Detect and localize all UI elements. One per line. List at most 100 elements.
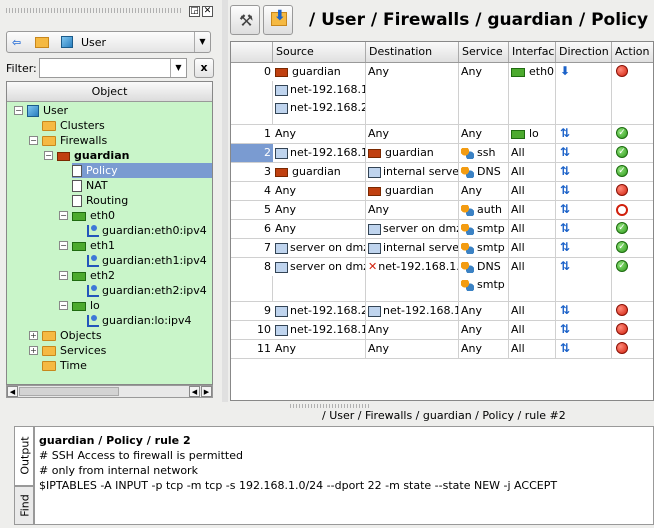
tree-item-eth2[interactable]: eth2	[72, 268, 115, 283]
rule-object[interactable]: Any	[368, 125, 389, 143]
cell-svc[interactable]: DNS	[459, 163, 509, 181]
cell-itf[interactable]: All	[509, 201, 556, 219]
rule-object[interactable]: Any	[368, 63, 389, 81]
rule-object[interactable]: Any	[461, 340, 482, 358]
cell-svc[interactable]: auth	[459, 201, 509, 219]
cell-action[interactable]: ✓	[612, 163, 653, 181]
rule-object[interactable]: auth	[461, 201, 502, 219]
filter-dropdown-icon[interactable]: ▼	[170, 59, 186, 77]
cell-direction[interactable]: ⬇	[556, 63, 612, 124]
tree-expander-icon[interactable]: −	[59, 241, 68, 250]
compile-button[interactable]: ⚒	[230, 5, 260, 35]
cell-action[interactable]	[612, 201, 653, 219]
rule-object[interactable]: Any	[461, 182, 482, 200]
install-button[interactable]: ⬇	[263, 5, 293, 35]
tree-expander-icon[interactable]: +	[29, 331, 38, 340]
rule-object[interactable]: net-192.168.1.0	[368, 302, 458, 320]
column-header-interface[interactable]: Interface	[509, 42, 556, 62]
cell-src[interactable]: net-192.168.1.0	[273, 144, 366, 162]
rule-object[interactable]: guardian	[368, 182, 434, 200]
cell-src[interactable]: guardian net-192.168.1.0 net-192.168.2.0	[273, 63, 366, 124]
cell-dst[interactable]: Any	[366, 340, 459, 358]
scroll-left-icon[interactable]: ◀	[189, 386, 200, 397]
cell-direction[interactable]: ⇅	[556, 201, 612, 219]
cell-itf[interactable]: All	[509, 144, 556, 162]
cell-itf[interactable]: All	[509, 239, 556, 257]
tree-item-user[interactable]: User	[27, 103, 68, 118]
rule-object[interactable]: smtp	[461, 276, 505, 294]
cell-dst[interactable]: internal server	[366, 163, 459, 181]
chevron-down-icon[interactable]: ▼	[194, 32, 210, 52]
rule-number[interactable]: 7	[231, 239, 273, 257]
rule-object[interactable]: server on dmz	[275, 239, 365, 257]
cell-direction[interactable]: ⇅	[556, 144, 612, 162]
rule-object[interactable]: eth0	[511, 63, 554, 81]
column-header-direction[interactable]: Direction	[556, 42, 612, 62]
tree-item-guardian-eth0-ipv4[interactable]: guardian:eth0:ipv4	[87, 223, 207, 238]
rule-object[interactable]: Any	[275, 340, 296, 358]
cell-itf[interactable]: All	[509, 258, 556, 301]
tree-header-object[interactable]: Object	[7, 82, 212, 102]
cell-action[interactable]	[612, 182, 653, 200]
cell-dst[interactable]: net-192.168.1.0	[366, 302, 459, 320]
column-header-action[interactable]: Action	[612, 42, 653, 62]
rule-object[interactable]: Any	[461, 125, 482, 143]
cell-direction[interactable]: ⇅	[556, 302, 612, 320]
rule-object[interactable]: All	[511, 182, 525, 200]
rule-object[interactable]: net-192.168.1.0	[275, 321, 365, 339]
tree-item-clusters[interactable]: Clusters	[42, 118, 105, 133]
tree-horizontal-scrollbar[interactable]: ◀ ◀ ▶	[6, 385, 213, 398]
rule-object[interactable]: net-192.168.1.0	[275, 81, 365, 99]
cell-action[interactable]: ✓	[612, 220, 653, 238]
cell-direction[interactable]: ⇅	[556, 321, 612, 339]
cell-src[interactable]: Any	[273, 125, 366, 143]
cell-dst[interactable]: internal server	[366, 239, 459, 257]
rule-object[interactable]: DNS	[461, 258, 501, 276]
rule-object[interactable]: smtp	[461, 239, 505, 257]
scroll-right-icon[interactable]: ▶	[201, 386, 212, 397]
panel-splitter[interactable]	[222, 0, 228, 402]
rule-object[interactable]: smtp	[461, 220, 505, 238]
cell-src[interactable]: Any	[273, 201, 366, 219]
output-text-area[interactable]: guardian / Policy / rule 2 # SSH Access …	[34, 426, 654, 525]
close-panel-button[interactable]: ✕	[202, 6, 213, 17]
cell-dst[interactable]: ✕net-192.168.1.0	[366, 258, 459, 301]
cell-direction[interactable]: ⇅	[556, 163, 612, 181]
tree-item-guardian[interactable]: guardian	[57, 148, 129, 163]
tree-item-lo[interactable]: lo	[72, 298, 100, 313]
cell-itf[interactable]: All	[509, 302, 556, 320]
cell-itf[interactable]: All	[509, 220, 556, 238]
rule-object[interactable]: All	[511, 239, 525, 257]
cell-dst[interactable]: Any	[366, 201, 459, 219]
cell-svc[interactable]: Any	[459, 125, 509, 143]
cell-action[interactable]	[612, 63, 653, 124]
rule-object[interactable]: server on dmz	[368, 220, 458, 238]
clear-filter-button[interactable]: x	[194, 58, 214, 78]
cell-itf[interactable]: lo	[509, 125, 556, 143]
rule-object[interactable]: All	[511, 201, 525, 219]
cell-direction[interactable]: ⇅	[556, 258, 612, 301]
scroll-thumb[interactable]	[19, 387, 119, 396]
rule-object[interactable]: All	[511, 302, 525, 320]
rule-object[interactable]: All	[511, 163, 525, 181]
tree-expander-icon[interactable]: −	[44, 151, 53, 160]
cell-src[interactable]: guardian	[273, 163, 366, 181]
cell-itf[interactable]: All	[509, 182, 556, 200]
rule-number[interactable]: 2	[231, 144, 273, 162]
rule-number[interactable]: 3	[231, 163, 273, 181]
table-row[interactable]: 6 Any server on dmz smtp All ⇅ ✓	[231, 220, 653, 239]
tree-expander-icon[interactable]: −	[59, 211, 68, 220]
cell-src[interactable]: net-192.168.2.0	[273, 302, 366, 320]
rule-number[interactable]: 0	[231, 63, 273, 81]
cell-svc[interactable]: Any	[459, 63, 509, 124]
rule-number[interactable]: 6	[231, 220, 273, 238]
rule-object[interactable]: Any	[368, 201, 389, 219]
tree-item-services[interactable]: Services	[42, 343, 106, 358]
tree-item-nat[interactable]: NAT	[72, 178, 108, 193]
rule-object[interactable]: All	[511, 258, 525, 276]
table-row[interactable]: 2 net-192.168.1.0 guardian ssh All ⇅ ✓	[231, 144, 653, 163]
rule-object[interactable]: guardian	[275, 163, 341, 181]
tree-expander-icon[interactable]: −	[29, 136, 38, 145]
cell-dst[interactable]: server on dmz	[366, 220, 459, 238]
cell-direction[interactable]: ⇅	[556, 182, 612, 200]
